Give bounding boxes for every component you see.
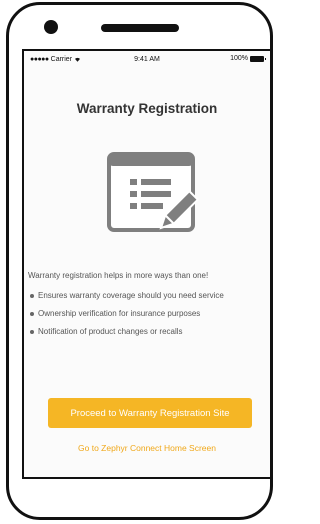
battery-percent: 100% xyxy=(230,55,248,62)
list-item: Ensures warranty coverage should you nee… xyxy=(28,291,224,300)
camera-icon xyxy=(44,20,58,34)
document-edit-icon xyxy=(107,152,200,232)
status-bar: ●●●●● Carrier 9:41 AM 100% xyxy=(24,51,270,67)
battery-status: 100% xyxy=(230,55,266,62)
bullet-icon xyxy=(30,293,34,298)
list-item: Notification of product changes or recal… xyxy=(28,327,224,336)
benefit-text: Notification of product changes or recal… xyxy=(38,327,183,336)
speaker-icon xyxy=(101,24,179,32)
benefits-list: Ensures warranty coverage should you nee… xyxy=(28,291,224,345)
app-screen: ●●●●● Carrier 9:41 AM 100% Warranty Regi… xyxy=(22,49,272,479)
bullet-icon xyxy=(30,311,34,316)
bullet-icon xyxy=(30,329,34,334)
page-title: Warranty Registration xyxy=(76,101,218,116)
phone-frame: ●●●●● Carrier 9:41 AM 100% Warranty Regi… xyxy=(6,2,273,520)
home-screen-link[interactable]: Go to Zephyr Connect Home Screen xyxy=(24,443,270,453)
battery-icon xyxy=(250,55,266,62)
benefit-text: Ensures warranty coverage should you nee… xyxy=(38,291,224,300)
list-item: Ownership verification for insurance pur… xyxy=(28,309,224,318)
intro-text: Warranty registration helps in more ways… xyxy=(28,271,209,280)
benefit-text: Ownership verification for insurance pur… xyxy=(38,309,201,318)
proceed-registration-button[interactable]: Proceed to Warranty Registration Site xyxy=(48,398,252,428)
